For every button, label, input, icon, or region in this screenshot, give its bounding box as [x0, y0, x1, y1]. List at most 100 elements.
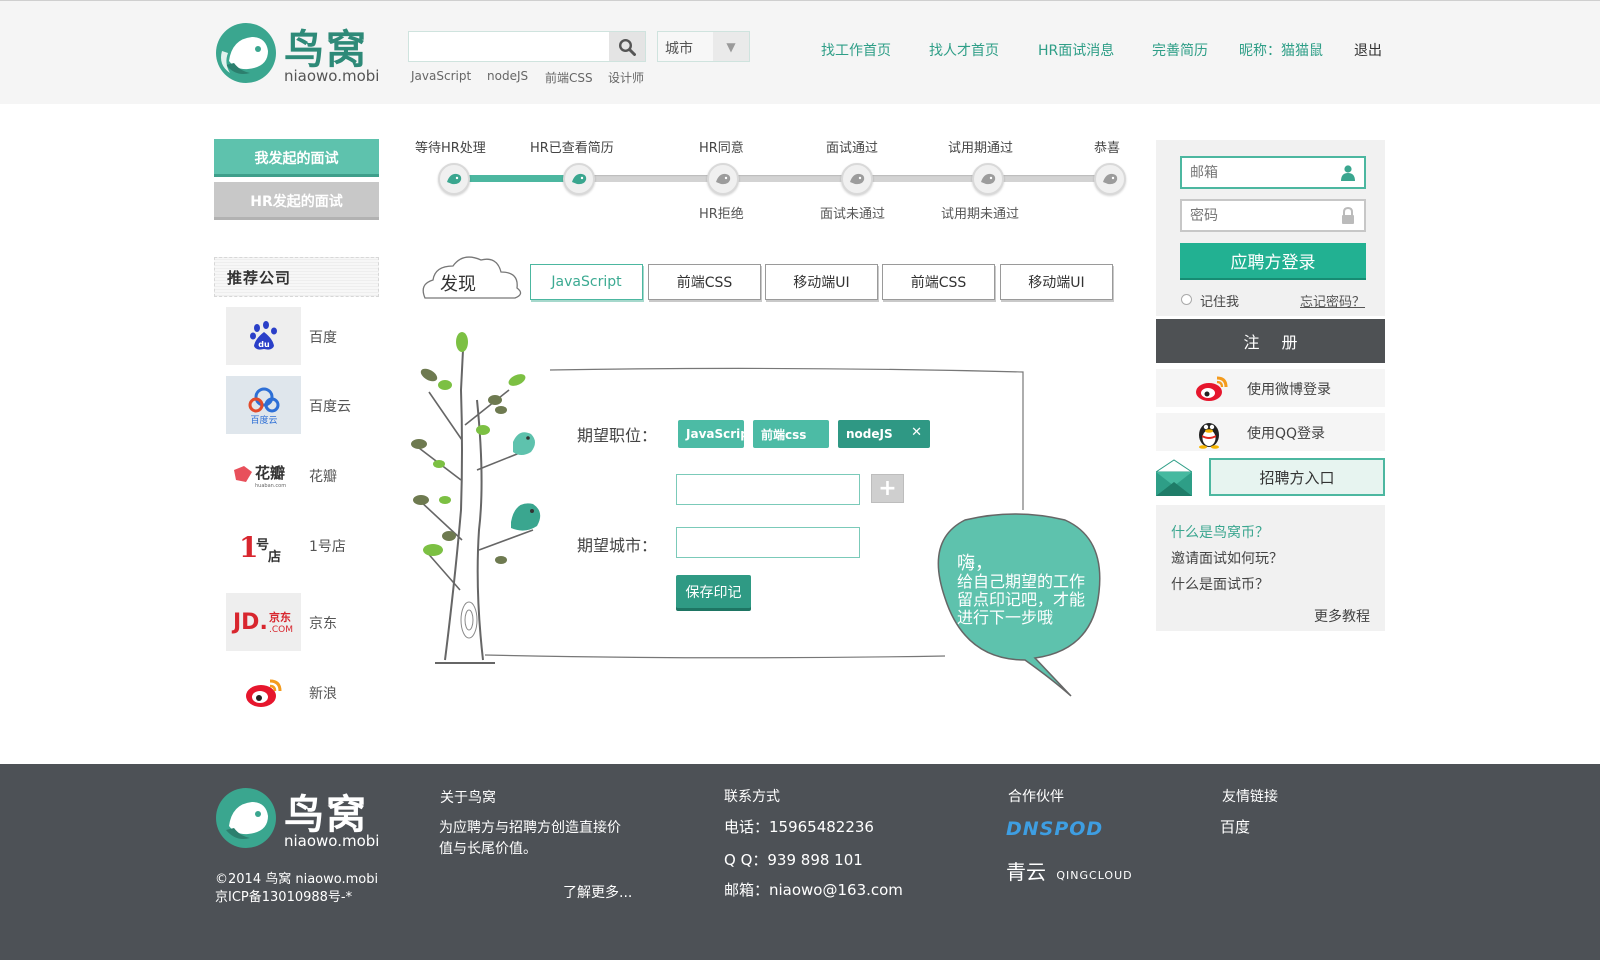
footer-logo-icon [214, 786, 278, 854]
about-text-line-1: 为应聘方与招聘方创造直接价 [439, 820, 621, 836]
about-more-link[interactable]: 了解更多... [563, 882, 632, 902]
email-input[interactable] [1182, 158, 1332, 187]
step-probation-failed: 试用期未通过 [941, 207, 1020, 222]
step-dot-5 [972, 163, 1004, 195]
partner-qingcloud[interactable]: 青云 QINGCLOUD [1006, 856, 1133, 885]
tree-illustration [411, 332, 1101, 697]
forgot-password-link[interactable]: 忘记密码？ [1300, 291, 1365, 310]
close-icon[interactable]: ✕ [911, 425, 922, 440]
logout-link[interactable]: 退出 [1354, 40, 1382, 60]
save-button[interactable]: 保存印记 [676, 575, 751, 608]
search-input[interactable] [409, 32, 610, 61]
partner-dnspod[interactable]: DNSPOD [1006, 818, 1103, 840]
svg-text:.COM: .COM [269, 625, 293, 635]
discover-label: 发现 [440, 274, 476, 295]
email-field[interactable] [1180, 156, 1366, 189]
position-tag-nodejs[interactable]: nodeJS ✕ [838, 420, 930, 448]
nav-find-talent[interactable]: 找人才首页 [929, 40, 999, 60]
city-select[interactable]: 城市 ▼ [657, 31, 750, 62]
weibo-login-button[interactable]: 使用微博登录 [1156, 369, 1385, 407]
svg-text:花瓣: 花瓣 [255, 464, 285, 482]
friend-link-baidu[interactable]: 百度 [1220, 817, 1250, 838]
register-button[interactable]: 注册 [1156, 319, 1385, 363]
step-dot-2 [563, 163, 595, 195]
position-input[interactable] [676, 474, 860, 505]
faq-link-invite[interactable]: 邀请面试如何玩？ [1171, 548, 1283, 568]
add-position-button[interactable]: + [871, 474, 904, 503]
svg-text:店: 店 [268, 549, 281, 565]
bird-icon [447, 173, 462, 185]
hot-tag-css[interactable]: 前端CSS [545, 69, 593, 86]
friends-title: 友情链接 [1222, 789, 1278, 805]
bubble-line-2: 给自己期望的工作 [957, 572, 1086, 591]
company-name-baiduyun: 百度云 [309, 399, 351, 415]
position-label: 期望职位： [577, 426, 658, 445]
applicant-login-button[interactable]: 应聘方登录 [1180, 243, 1366, 278]
position-tag-javascript[interactable]: JavaScript [678, 420, 755, 448]
step-dot-3 [707, 163, 739, 195]
more-tutorials-link[interactable]: 更多教程 [1314, 606, 1370, 626]
recommend-heading: 推荐公司 [214, 257, 379, 297]
step-hr-rejected: HR拒绝 [699, 207, 744, 222]
yihaodian-logo-icon: 1 号 店 [226, 516, 301, 574]
position-tag-css[interactable]: 前端css [753, 420, 829, 448]
step-waiting-hr: 等待HR处理 [415, 141, 486, 156]
company-item-jd[interactable]: JD. 京东 .COM 京东 [226, 593, 376, 651]
password-input[interactable] [1182, 201, 1332, 230]
partner-qingcloud-en: QINGCLOUD [1056, 869, 1133, 882]
city-label: 期望城市： [577, 536, 658, 555]
weibo-login-label: 使用微博登录 [1247, 382, 1331, 398]
company-name-baidu: 百度 [309, 330, 337, 346]
contact-phone: 电话：15965482236 [724, 818, 874, 836]
jd-logo-icon: JD. 京东 .COM [226, 593, 301, 651]
copyright: ©2014 鸟窝 niaowo.mobi [215, 872, 379, 887]
company-item-sina[interactable]: 新浪 [226, 663, 376, 721]
niaowo-logo-icon[interactable] [214, 21, 278, 89]
company-name-jd: 京东 [309, 616, 337, 632]
remember-me-radio[interactable] [1181, 294, 1192, 305]
bird-icon [1103, 173, 1118, 185]
step-hr-agreed: HR同意 [699, 141, 744, 156]
brand-domain: niaowo.mobi [284, 67, 380, 85]
bird-icon [981, 173, 996, 185]
discover-tab-css[interactable]: 前端CSS [648, 264, 761, 300]
password-field[interactable] [1180, 199, 1366, 232]
faq-link-interview-coin[interactable]: 什么是面试币？ [1171, 574, 1269, 594]
tab-hr-interviews[interactable]: HR发起的面试 [214, 182, 379, 220]
nav-complete-resume[interactable]: 完善简历 [1152, 40, 1208, 60]
qq-login-label: 使用QQ登录 [1247, 426, 1326, 442]
city-input[interactable] [676, 527, 860, 558]
tab-my-interviews[interactable]: 我发起的面试 [214, 139, 379, 177]
search-button[interactable] [609, 32, 645, 61]
step-probation-passed: 试用期通过 [948, 141, 1014, 156]
contact-title: 联系方式 [724, 789, 780, 805]
faq-link-niaowo-coin[interactable]: 什么是鸟窝币？ [1171, 522, 1269, 542]
hot-tag-javascript[interactable]: JavaScript [411, 69, 471, 83]
company-item-baiduyun[interactable]: 百度云 百度云 [226, 376, 376, 434]
step-interview-passed: 面试通过 [826, 141, 879, 156]
discover-tab-mobile-ui[interactable]: 移动端UI [765, 264, 878, 300]
discover-tab-mobile-ui-2[interactable]: 移动端UI [1000, 264, 1113, 300]
weibo-icon [1194, 373, 1230, 407]
hot-tag-designer[interactable]: 设计师 [608, 69, 644, 86]
bubble-text: 嗨， 给自己期望的工作 留点印记吧，才能 进行下一步哦 [957, 555, 1107, 627]
search-box [408, 31, 646, 62]
recruiter-entry-button[interactable]: 招聘方入口 [1209, 458, 1385, 496]
bird-icon [572, 173, 587, 185]
company-item-yihaodian[interactable]: 1 号 店 1号店 [226, 516, 376, 574]
qq-login-button[interactable]: 使用QQ登录 [1156, 413, 1385, 451]
discover-cloud: 发现 [419, 250, 529, 306]
huaban-logo-icon: 花瓣 huaban.com [226, 446, 301, 504]
nav-hr-messages[interactable]: HR面试消息 [1038, 40, 1114, 60]
step-dot-1 [438, 163, 470, 195]
nav-find-job[interactable]: 找工作首页 [821, 40, 891, 60]
discover-tab-javascript[interactable]: JavaScript [530, 264, 643, 300]
nav-nickname[interactable]: 昵称：猫猫鼠 [1239, 40, 1323, 60]
company-item-baidu[interactable]: du 百度 [226, 307, 376, 365]
bubble-line-1: 嗨， [957, 553, 993, 574]
contact-email[interactable]: 邮箱：niaowo@163.com [724, 880, 903, 901]
discover-tab-css-2[interactable]: 前端CSS [882, 264, 995, 300]
partner-qingcloud-cn: 青云 [1006, 860, 1046, 884]
hot-tag-nodejs[interactable]: nodeJS [487, 69, 528, 83]
company-item-huaban[interactable]: 花瓣 huaban.com 花瓣 [226, 446, 376, 504]
